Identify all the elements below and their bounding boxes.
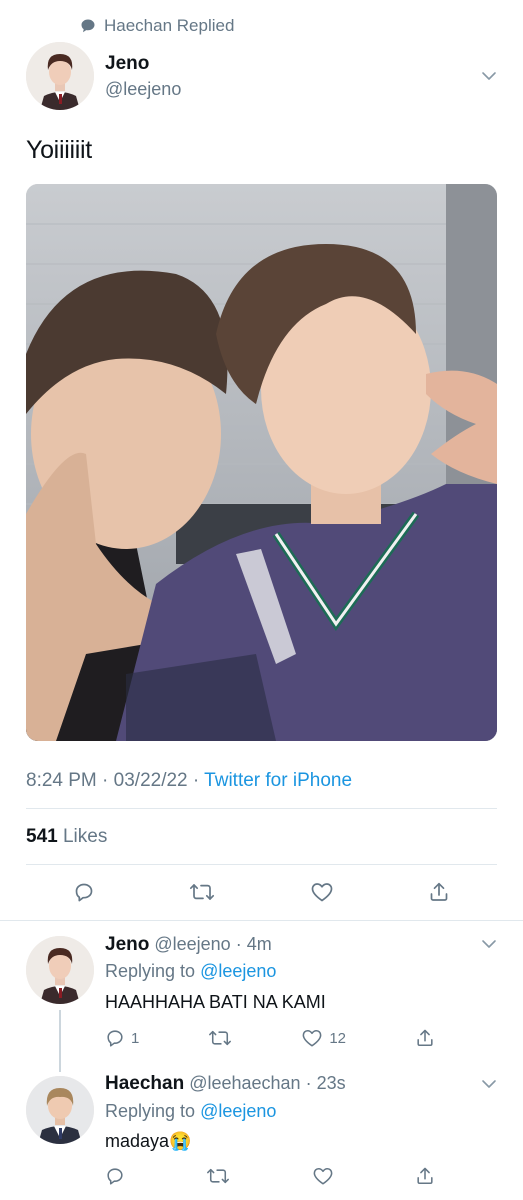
replying-handle[interactable]: @leejeno xyxy=(200,1101,276,1121)
divider xyxy=(26,864,497,865)
like-button[interactable] xyxy=(310,881,334,903)
tweet-photo[interactable] xyxy=(26,184,497,741)
avatar[interactable] xyxy=(26,1076,94,1144)
section-divider xyxy=(0,920,523,921)
tweet-time[interactable]: 8:24 PM xyxy=(26,770,97,791)
avatar-image xyxy=(26,42,94,110)
chevron-down-icon xyxy=(482,940,496,948)
chevron-down-icon xyxy=(482,1080,496,1088)
reply-action-bar: 1 12 xyxy=(105,1026,435,1050)
likes-count: 541 xyxy=(26,826,58,847)
tweet-action-bar xyxy=(26,874,497,910)
retweet-button[interactable] xyxy=(206,1166,230,1186)
tweet-menu-button[interactable] xyxy=(480,67,498,85)
thread-line xyxy=(59,1010,61,1072)
share-icon xyxy=(417,1167,433,1185)
like-button[interactable] xyxy=(312,1166,334,1186)
like-count: 12 xyxy=(329,1029,346,1047)
avatar[interactable] xyxy=(26,936,94,1004)
avatar[interactable] xyxy=(26,42,94,110)
retweet-icon xyxy=(209,1030,232,1046)
reply-menu-button[interactable] xyxy=(480,1075,498,1093)
tweet-source[interactable]: Twitter for iPhone xyxy=(204,770,352,791)
reply-time[interactable]: 4m xyxy=(247,934,272,955)
divider xyxy=(26,808,497,809)
reply-author-handle[interactable]: @leehaechan xyxy=(189,1073,300,1094)
replying-to: Replying to @leejeno xyxy=(105,961,276,982)
reply-author-name[interactable]: Jeno xyxy=(105,934,149,956)
heart-icon xyxy=(311,883,332,902)
share-button[interactable] xyxy=(415,1028,435,1048)
author-name[interactable]: Jeno xyxy=(105,53,149,75)
tweet-timestamp: 8:24 PM · 03/22/22 · Twitter for iPhone xyxy=(26,770,353,791)
reply-context: Haechan Replied xyxy=(80,14,234,38)
heart-icon xyxy=(313,1167,333,1185)
reply-count: 1 xyxy=(131,1029,140,1047)
reply-time[interactable]: 23s xyxy=(317,1073,346,1094)
retweet-icon xyxy=(207,1168,230,1184)
reply-action-bar xyxy=(105,1164,435,1188)
chevron-down-icon xyxy=(482,72,496,80)
reply-author-handle[interactable]: @leejeno xyxy=(154,934,230,955)
reply-icon xyxy=(107,1030,123,1047)
share-button[interactable] xyxy=(428,881,450,903)
tweet-date[interactable]: 03/22/22 xyxy=(114,770,188,791)
speech-bubble-icon xyxy=(81,19,95,33)
retweet-button[interactable] xyxy=(208,1028,232,1048)
replying-to: Replying to @leejeno xyxy=(105,1101,276,1122)
reply-header: Haechan @leehaechan · 23s xyxy=(105,1073,346,1095)
likes-label: Likes xyxy=(62,826,108,847)
reply-button[interactable]: 1 xyxy=(105,1028,139,1048)
reply-text: madaya😭 xyxy=(105,1131,191,1152)
tweet-text: Yoiiiiiit xyxy=(26,136,92,164)
reply-text: HAAHHAHA BATI NA KAMI xyxy=(105,992,326,1012)
reply-button[interactable] xyxy=(105,1166,125,1186)
likes-summary[interactable]: 541 Likes xyxy=(26,826,107,848)
reply-context-label: Haechan Replied xyxy=(104,16,235,35)
reply-header: Jeno @leejeno · 4m xyxy=(105,934,272,956)
share-button[interactable] xyxy=(415,1166,435,1186)
share-icon xyxy=(430,882,448,901)
reply-icon xyxy=(107,1168,123,1185)
crying-emoji: 😭 xyxy=(169,1131,192,1151)
heart-icon xyxy=(302,1029,322,1047)
reply-icon xyxy=(75,883,93,902)
reply-button[interactable] xyxy=(73,881,95,903)
photo-image xyxy=(26,184,497,741)
replying-label: Replying to xyxy=(105,1101,196,1121)
reply-text-body: madaya xyxy=(105,1131,170,1151)
author-handle[interactable]: @leejeno xyxy=(105,79,181,100)
avatar-image xyxy=(26,936,94,1004)
replying-handle[interactable]: @leejeno xyxy=(200,961,276,981)
like-button[interactable]: 12 xyxy=(301,1028,346,1048)
reply-author-name[interactable]: Haechan xyxy=(105,1073,184,1095)
avatar-image xyxy=(26,1076,94,1144)
retweet-button[interactable] xyxy=(189,881,215,903)
retweet-icon xyxy=(190,884,215,900)
share-icon xyxy=(417,1029,433,1047)
reply-menu-button[interactable] xyxy=(480,935,498,953)
replying-label: Replying to xyxy=(105,961,196,981)
